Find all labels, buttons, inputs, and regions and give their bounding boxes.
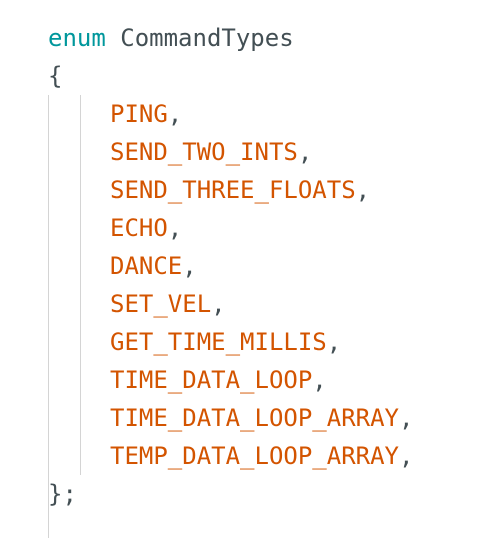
comma: , xyxy=(167,100,183,128)
open-brace: { xyxy=(48,62,63,90)
comma: , xyxy=(398,404,414,432)
enum-member-line: TIME_DATA_LOOP_ARRAY, xyxy=(110,399,413,437)
enum-member-line: GET_TIME_MILLIS, xyxy=(110,323,341,361)
comma: , xyxy=(297,138,313,166)
open-brace-line: { xyxy=(48,57,62,95)
comma: , xyxy=(211,290,226,318)
indent-guide-inner xyxy=(80,95,81,475)
enum-member: SET_VEL xyxy=(110,290,212,318)
enum-member-line: SEND_TWO_INTS, xyxy=(110,133,312,171)
comma: , xyxy=(355,176,371,204)
close-brace-line: }; xyxy=(48,475,77,513)
enum-member-line: TIME_DATA_LOOP, xyxy=(110,361,327,399)
enum-keyword: enum xyxy=(48,24,106,52)
enum-member-line: DANCE, xyxy=(110,247,197,285)
indent-guide-outer xyxy=(48,95,49,475)
close-brace: }; xyxy=(48,480,77,508)
enum-member: DANCE xyxy=(110,252,183,280)
code-editor[interactable]: enum CommandTypes { PING, SEND_TWO_INTS,… xyxy=(0,0,488,538)
enum-member: TEMP_DATA_LOOP_ARRAY xyxy=(110,442,399,470)
comma: , xyxy=(167,214,183,242)
enum-member: ECHO xyxy=(110,214,168,242)
enum-member: TIME_DATA_LOOP_ARRAY xyxy=(110,404,399,432)
enum-member: SEND_TWO_INTS xyxy=(110,138,298,166)
enum-member-line: SET_VEL, xyxy=(110,285,226,323)
enum-member: SEND_THREE_FLOATS xyxy=(110,176,356,204)
enum-member-line: ECHO, xyxy=(110,209,182,247)
enum-type-name: CommandTypes xyxy=(120,24,294,52)
enum-member: PING xyxy=(110,100,168,128)
enum-member: GET_TIME_MILLIS xyxy=(110,328,327,356)
enum-member: TIME_DATA_LOOP xyxy=(110,366,313,394)
comma: , xyxy=(182,252,197,280)
comma: , xyxy=(398,442,414,470)
enum-member-line: TEMP_DATA_LOOP_ARRAY, xyxy=(110,437,413,475)
enum-member-line: SEND_THREE_FLOATS, xyxy=(110,171,370,209)
comma: , xyxy=(312,366,327,394)
enum-declaration-line: enum CommandTypes xyxy=(48,19,294,57)
comma: , xyxy=(326,328,342,356)
enum-member-line: PING, xyxy=(110,95,182,133)
